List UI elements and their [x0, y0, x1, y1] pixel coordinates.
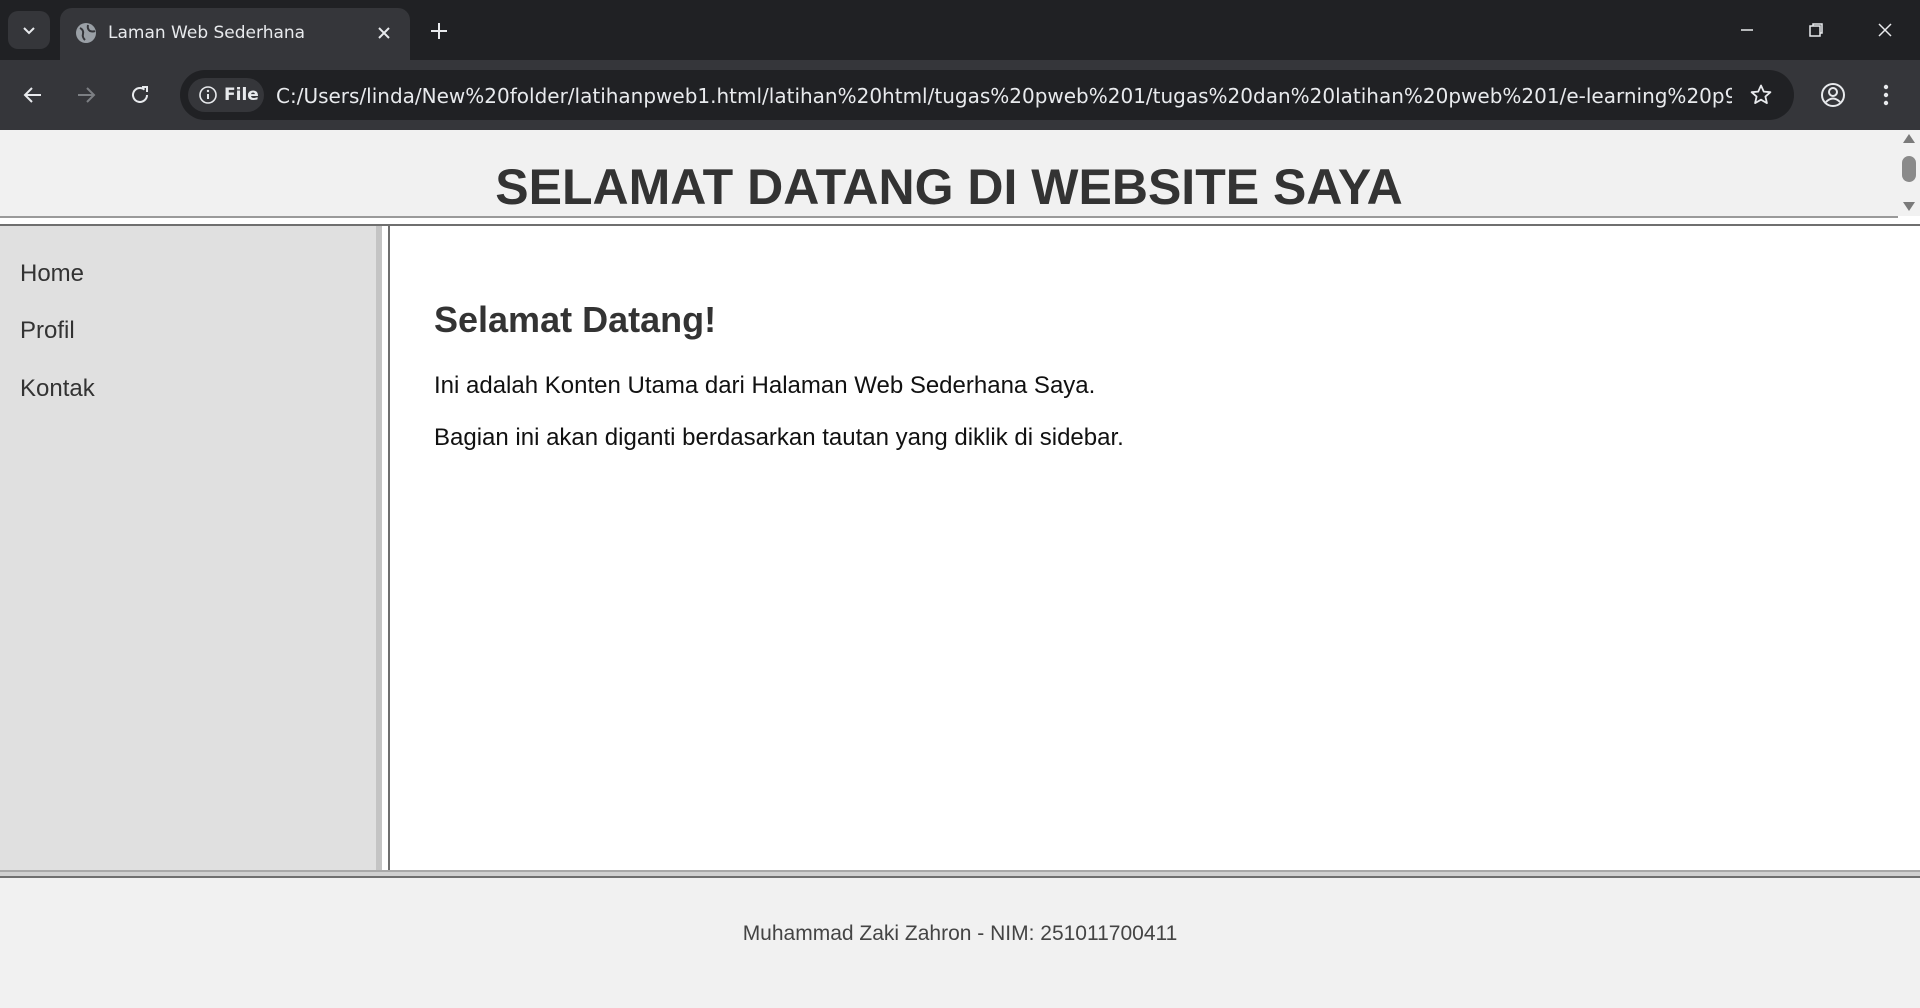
- forward-button[interactable]: [68, 77, 104, 113]
- main-content: Selamat Datang! Ini adalah Konten Utama …: [390, 226, 1920, 870]
- restore-button[interactable]: [1796, 10, 1836, 50]
- new-tab-button[interactable]: [424, 16, 454, 46]
- scroll-thumb[interactable]: [1902, 156, 1916, 182]
- reload-icon: [132, 86, 148, 103]
- plus-icon: [431, 23, 447, 39]
- site-info-label: File: [224, 85, 259, 105]
- restore-icon: [1809, 23, 1823, 37]
- sidebar: Home Profil Kontak: [0, 226, 382, 870]
- star-icon: [1750, 84, 1772, 104]
- browser-tab-active[interactable]: Laman Web Sederhana: [60, 8, 410, 60]
- page-title: SELAMAT DATANG DI WEBSITE SAYA: [495, 159, 1403, 215]
- close-icon: [378, 27, 390, 39]
- page-header: SELAMAT DATANG DI WEBSITE SAYA: [0, 130, 1898, 218]
- header-scrollbar[interactable]: [1898, 130, 1920, 216]
- scroll-up-arrow[interactable]: [1903, 134, 1915, 143]
- site-info-chip[interactable]: File: [188, 78, 264, 112]
- kebab-menu-icon: [1883, 84, 1889, 106]
- minimize-icon: [1741, 29, 1753, 31]
- bookmark-button[interactable]: [1748, 82, 1774, 108]
- url-text[interactable]: C:/Users/linda/New%20folder/latihanpweb1…: [276, 83, 1732, 109]
- main-paragraph: Ini adalah Konten Utama dari Halaman Web…: [434, 372, 1096, 399]
- close-icon: [1878, 23, 1892, 37]
- divider: [0, 870, 1920, 872]
- chevron-down-icon: [23, 27, 35, 35]
- tab-close-button[interactable]: [372, 21, 396, 45]
- tab-strip: Laman Web Sederhana: [0, 0, 1920, 60]
- tab-search-button[interactable]: [8, 11, 50, 49]
- reload-button[interactable]: [122, 77, 158, 113]
- browser-toolbar: File C:/Users/linda/New%20folder/latihan…: [0, 60, 1920, 130]
- page-footer: Muhammad Zaki Zahron - NIM: 251011700411: [0, 872, 1920, 1008]
- page-viewport: SELAMAT DATANG DI WEBSITE SAYA Home Prof…: [0, 130, 1920, 1008]
- minimize-button[interactable]: [1727, 10, 1767, 50]
- browser-menu-button[interactable]: [1868, 77, 1904, 113]
- arrow-right-icon: [78, 87, 96, 103]
- account-icon: [1821, 83, 1845, 107]
- back-button[interactable]: [15, 77, 51, 113]
- address-bar[interactable]: File C:/Users/linda/New%20folder/latihan…: [180, 70, 1794, 120]
- sidebar-item-kontak[interactable]: Kontak: [20, 375, 95, 403]
- globe-icon: [76, 23, 96, 43]
- divider: [0, 876, 1920, 878]
- sidebar-item-profil[interactable]: Profil: [20, 317, 75, 345]
- scroll-down-arrow[interactable]: [1903, 202, 1915, 211]
- main-paragraph: Bagian ini akan diganti berdasarkan taut…: [434, 424, 1124, 451]
- arrow-left-icon: [23, 87, 41, 103]
- tab-title: Laman Web Sederhana: [108, 23, 306, 43]
- info-icon: [199, 86, 217, 104]
- footer-text: Muhammad Zaki Zahron - NIM: 251011700411: [742, 922, 1178, 945]
- profile-button[interactable]: [1815, 77, 1851, 113]
- sidebar-item-home[interactable]: Home: [20, 260, 84, 288]
- close-window-button[interactable]: [1865, 10, 1905, 50]
- main-heading: Selamat Datang!: [434, 299, 717, 340]
